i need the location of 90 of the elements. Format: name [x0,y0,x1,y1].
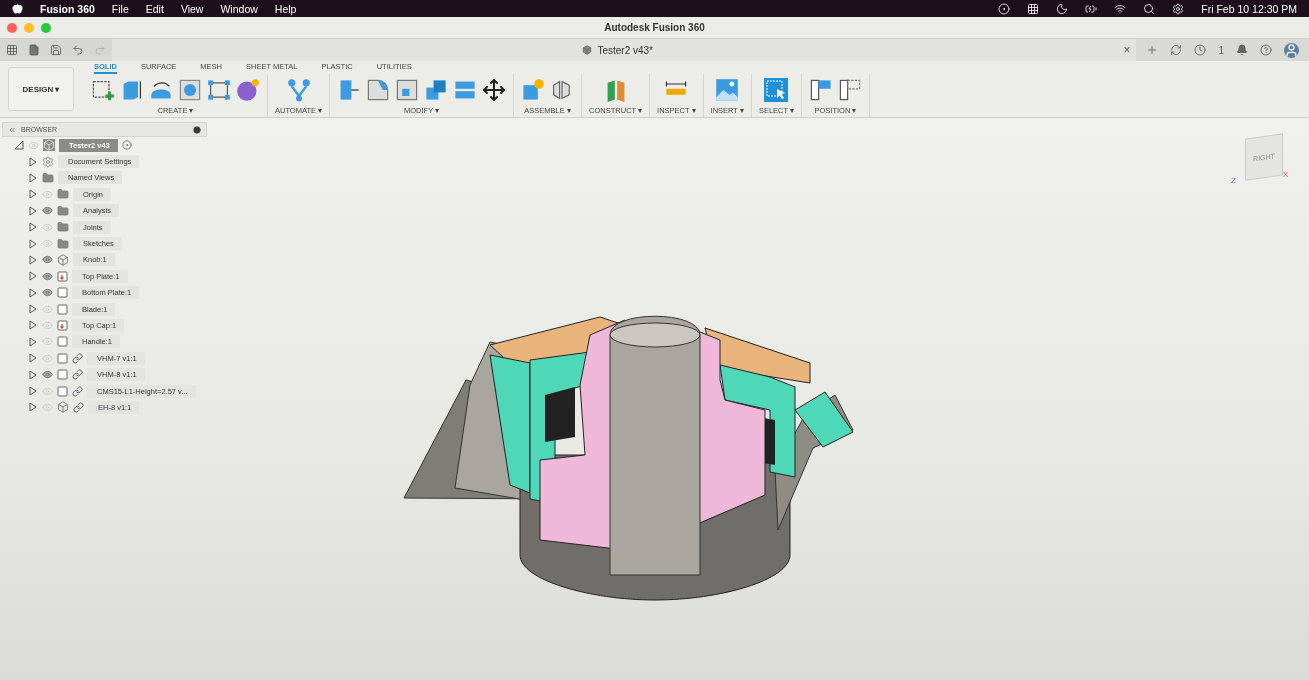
menu-bar-clock: Fri Feb 10 12:30 PM [1201,2,1297,15]
body-icon [57,320,68,331]
apps-grid-icon[interactable] [6,44,18,56]
expand-toggle[interactable] [28,304,38,315]
collapse-icon[interactable] [8,125,16,134]
box-icon [582,45,593,55]
moon-icon [1056,2,1069,15]
record-icon [998,2,1011,15]
newcomp-tool-button[interactable] [521,78,546,102]
select-tool-button[interactable] [764,78,789,102]
battery-icon [1085,2,1098,15]
axis-label: X [1283,170,1289,179]
eye-icon[interactable] [42,287,53,299]
expand-toggle[interactable] [28,172,38,183]
menu-item[interactable]: Help [274,2,297,15]
eye-icon[interactable] [42,270,53,282]
avatar-icon[interactable] [1284,42,1299,58]
pin-icon[interactable] [193,125,201,134]
expand-toggle[interactable] [28,238,38,249]
menu-item[interactable]: View [180,2,204,15]
shell-tool-button[interactable] [395,78,420,102]
expand-toggle[interactable] [28,205,38,216]
window-title: Autodesk Fusion 360 [604,22,705,33]
expand-toggle[interactable] [28,287,38,298]
component-icon [57,401,69,414]
menu-item[interactable]: File [111,2,129,15]
expand-toggle[interactable] [28,402,38,413]
expand-toggle[interactable] [28,222,38,233]
folder-icon [57,221,69,234]
bell-icon[interactable] [1236,44,1248,56]
expand-toggle[interactable] [28,386,38,397]
capture-tool-button[interactable] [838,78,862,102]
sketch-tool-button[interactable] [91,78,115,102]
axis-label: Z [1231,176,1236,185]
form-tool-button[interactable] [236,78,260,102]
document-tab[interactable]: Tester2 v43* [597,44,653,56]
app-menu[interactable]: Fusion 360 [40,2,95,15]
expand-toggle[interactable] [28,254,38,265]
zoom-window-button[interactable] [41,22,51,33]
menu-item[interactable]: Window [220,2,258,15]
clock-icon[interactable] [1194,44,1207,56]
workspace-button[interactable]: DESIGN ▾ [8,67,74,111]
expand-toggle[interactable] [28,369,38,380]
eye-icon[interactable] [42,254,53,266]
menu-item[interactable]: Edit [145,2,164,15]
folder-icon [57,237,69,250]
expand-toggle[interactable] [14,140,24,151]
apple-logo-icon[interactable] [12,3,23,14]
eye-icon[interactable] [42,369,53,381]
body-icon [57,270,68,282]
body-icon [57,336,68,348]
hole-tool-button[interactable] [178,78,202,102]
fillet-tool-button[interactable] [366,78,391,102]
eye-icon[interactable] [42,205,53,217]
component-icon [43,139,55,152]
undo-icon[interactable] [72,44,84,56]
save-icon[interactable] [50,44,62,56]
body-icon [57,369,68,381]
search-icon [1143,2,1156,15]
refresh-icon[interactable] [1170,44,1183,56]
expand-toggle[interactable] [28,189,38,200]
file-icon[interactable] [28,44,40,56]
align-tool-button[interactable] [809,78,833,102]
automate-tool-button[interactable] [286,78,311,102]
gear-icon [42,155,54,168]
expand-toggle[interactable] [28,271,38,282]
job-count: 1 [1218,44,1224,56]
folder-icon [57,188,69,201]
close-window-button[interactable] [7,22,17,33]
body-icon [57,287,68,299]
body-icon [57,303,68,315]
folder-icon [57,204,69,217]
body-icon [57,352,68,364]
plus-icon[interactable] [1146,44,1159,56]
expand-toggle[interactable] [28,320,38,331]
expand-toggle[interactable] [28,156,38,167]
expand-toggle[interactable] [28,336,38,347]
body-icon [57,385,68,397]
folder-icon [42,171,54,184]
combine-tool-button[interactable] [424,78,449,102]
grid-icon [1027,2,1040,15]
help-icon[interactable] [1260,44,1272,56]
activate-radio-icon [121,140,132,151]
component-icon [57,253,69,266]
wifi-icon [1114,2,1127,15]
move-tool-button[interactable] [482,78,507,102]
image-tool-button[interactable] [715,78,740,102]
pattern-tool-button[interactable] [207,78,231,102]
close-tab-button[interactable]: × [1123,43,1131,57]
expand-toggle[interactable] [28,353,38,364]
